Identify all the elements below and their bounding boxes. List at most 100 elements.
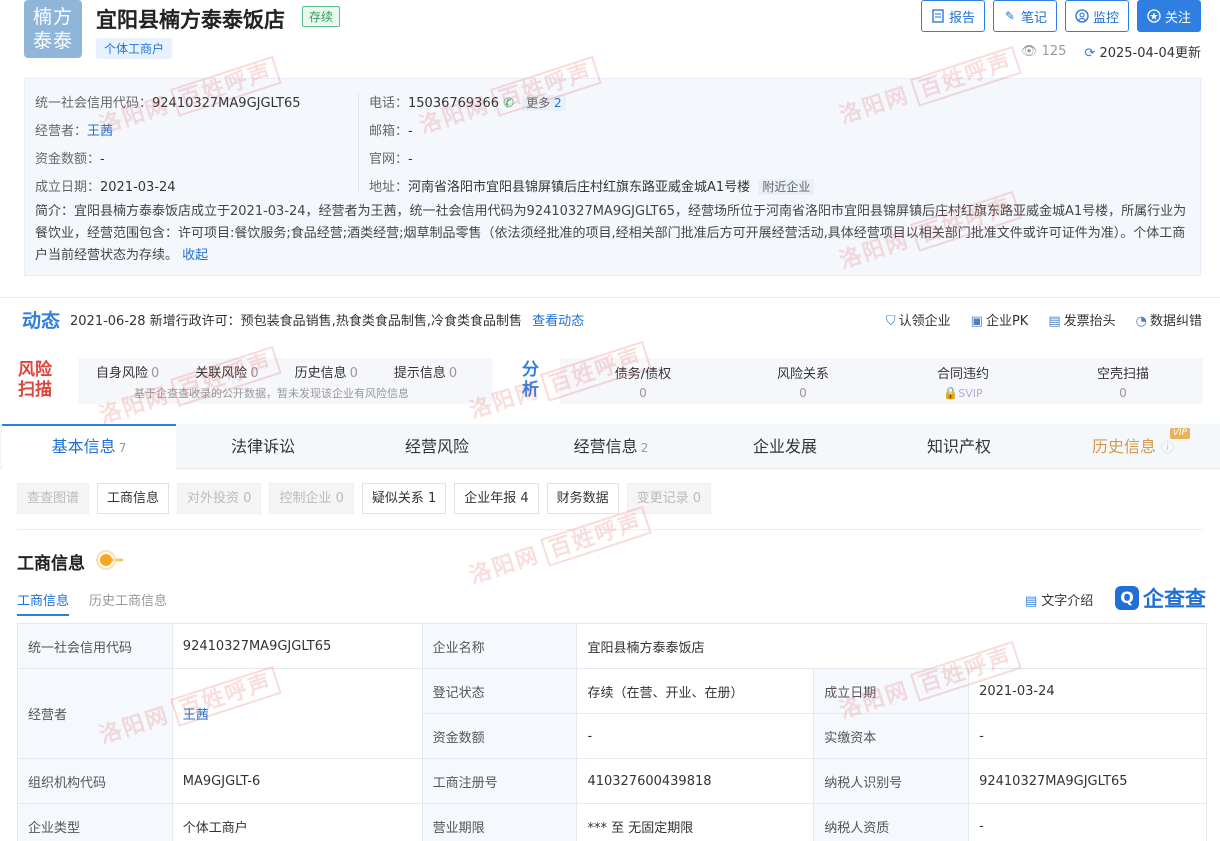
table-value: MA9GJGLT-6 [171, 758, 423, 804]
watermark-site: 洛阳网 [466, 542, 543, 590]
phone-label: 电话： [369, 96, 409, 111]
contract-breach-value: 🔒SVIP [883, 386, 1043, 400]
contract-breach-analysis[interactable]: 合同违约 🔒SVIP [883, 363, 1043, 400]
subtab-graph[interactable]: 查查图谱 [17, 483, 90, 514]
self-risk[interactable]: 自身风险 0 [96, 362, 159, 381]
address-label: 地址： [369, 180, 409, 195]
note-button[interactable]: ✎ 笔记 [992, 0, 1057, 32]
brand-mark-icon: Q [1115, 586, 1139, 610]
table-value: 存续（在营、开业、在册） [576, 668, 815, 714]
subtab-change-record[interactable]: 变更记录 0 [626, 483, 712, 514]
analysis-box: 债务/债权 0 风险关系 0 合同违约 🔒SVIP 空壳扫描 0 [560, 358, 1203, 404]
correction-icon: ◔ [1135, 314, 1147, 329]
tab-history-registration[interactable]: 历史工商信息 [89, 590, 167, 616]
related-risk[interactable]: 关联风险 0 [195, 362, 258, 381]
logo-text-line1: 楠方 [32, 6, 73, 28]
tab-legal[interactable]: 法律诉讼 [176, 424, 350, 469]
company-pk-label: 企业PK [985, 314, 1029, 329]
table-key: 营业期限 [421, 803, 578, 841]
subtab-controlled[interactable]: 控制企业 0 [269, 483, 354, 514]
history-info-label: 历史信息 [294, 366, 347, 381]
table-value: - [968, 803, 1207, 841]
table-key: 资金数额 [421, 713, 578, 759]
tab-label: 知识产权 [926, 437, 991, 456]
operator-name-link[interactable]: 王茜 [183, 708, 209, 723]
table-value: - [576, 713, 815, 759]
table-row: 组织机构代码 MA9GJGLT-6 工商注册号 410327600439818 … [17, 758, 1207, 804]
invoice-header-action[interactable]: ▤ 发票抬头 [1048, 310, 1115, 329]
table-value: 92410327MA9GJGLT65 [968, 758, 1207, 804]
table-key: 组织机构代码 [17, 758, 173, 804]
collapse-link[interactable]: 收起 [182, 248, 208, 263]
tab-business-registration[interactable]: 工商信息 [17, 590, 70, 616]
status-badge: 存续 [302, 6, 341, 27]
section-divider [17, 529, 1203, 530]
pk-icon: ▣ [970, 314, 983, 329]
document-icon [931, 9, 945, 23]
follow-button[interactable]: 关注 [1136, 0, 1201, 32]
subtab-annual-report[interactable]: 企业年报 4 [454, 483, 539, 514]
text-intro-link[interactable]: ▤ 文字介绍 [1025, 590, 1093, 609]
shell-scan-value: 0 [1119, 386, 1127, 400]
tab-ip[interactable]: 知识产权 [872, 424, 1046, 469]
subtab-financial[interactable]: 财务数据 [546, 483, 619, 514]
more-label: 更多 [526, 96, 551, 110]
tab-history[interactable]: 历史信息 ⓘ VIP [1046, 424, 1220, 469]
founded-value: 2021-03-24 [100, 180, 176, 195]
risk-title-line1: 风险 [18, 360, 52, 380]
tab-basic-info[interactable]: 基本信息 7 [2, 424, 176, 469]
founded-row: 成立日期：2021-03-24 [35, 176, 176, 195]
watermark: 洛阳网百姓呼声 [465, 502, 652, 590]
tab-business-risk[interactable]: 经营风险 [350, 424, 524, 469]
phone-icon[interactable]: ✆ [503, 96, 514, 111]
tab-label: 基本信息 [51, 437, 116, 456]
address-value: 河南省洛阳市宜阳县锦屏镇后庄村红旗东路亚威金城A1号楼 [408, 180, 751, 195]
tab-development[interactable]: 企业发展 [698, 424, 872, 469]
table-value: *** 至 无固定期限 [576, 803, 815, 841]
operator-link[interactable]: 王茜 [87, 124, 113, 139]
table-key: 经营者 [17, 668, 173, 759]
subtab-investment[interactable]: 对外投资 0 [177, 483, 262, 514]
analysis-title-line2: 析 [522, 380, 539, 400]
table-value: 个体工商户 [171, 803, 423, 841]
more-phones-link[interactable]: 更多 2 [522, 95, 566, 111]
eye-icon: 👁 [1020, 44, 1038, 59]
debt-analysis[interactable]: 债务/债权 0 [563, 363, 723, 400]
phone-value: 15036769366 [408, 96, 499, 111]
update-info[interactable]: ⟳ 2025-04-04更新 [1084, 42, 1201, 61]
subtab-suspected-relation[interactable]: 疑似关系 1 [361, 483, 447, 514]
dynamic-latest: 2021-06-28 新增行政许可：预包装食品销售,热食类食品制售,冷食类食品制… [70, 314, 522, 329]
contract-breach-label: 合同违约 [936, 367, 989, 382]
credit-code-label: 统一社会信用代码： [35, 96, 153, 111]
main-tabs: 基本信息 7 法律诉讼 经营风险 经营信息 2 企业发展 知识产权 历史信息 ⓘ V… [0, 424, 1220, 469]
registration-table: 统一社会信用代码 92410327MA9GJGLT65 企业名称 宜阳县楠方泰泰… [17, 623, 1207, 841]
data-correction-action[interactable]: ◔ 数据纠错 [1136, 310, 1202, 329]
subtab-business-registration[interactable]: 工商信息 [97, 483, 170, 514]
meta-row: 👁 125 ⟳ 2025-04-04更新 [1021, 42, 1201, 61]
hint-info[interactable]: 提示信息 0 [394, 362, 457, 381]
view-dynamic-link[interactable]: 查看动态 [532, 314, 584, 329]
nearby-companies-link[interactable]: 附近企业 [758, 179, 815, 195]
table-key: 成立日期 [813, 668, 970, 714]
report-button[interactable]: 报告 [920, 0, 985, 32]
risk-title-line2: 扫描 [18, 380, 52, 400]
table-key: 纳税人识别号 [813, 758, 970, 804]
section-tabs: 工商信息 历史工商信息 [17, 590, 167, 616]
svip-label: SVIP [958, 387, 983, 400]
risk-items: 自身风险 0 关联风险 0 历史信息 0 提示信息 0 [96, 362, 457, 381]
invoice-header-label: 发票抬头 [1063, 314, 1116, 329]
follow-icon [1147, 9, 1161, 23]
table-value: 2021-03-24 [968, 668, 1207, 714]
claim-company-action[interactable]: ⛉ 认领企业 [886, 310, 951, 329]
risk-relation-analysis[interactable]: 风险关系 0 [723, 363, 883, 400]
shell-scan-analysis[interactable]: 空壳扫描 0 [1043, 363, 1203, 400]
company-pk-action[interactable]: ▣ 企业PK [971, 310, 1029, 329]
refresh-icon: ⟳ [1084, 46, 1096, 61]
history-info[interactable]: 历史信息 0 [295, 362, 358, 381]
website-value: - [408, 152, 413, 167]
tab-business-info[interactable]: 经营信息 2 [524, 424, 698, 469]
monitor-button[interactable]: 监控 [1064, 0, 1129, 32]
hint-info-count: 0 [448, 366, 458, 381]
related-risk-count: 0 [250, 366, 259, 381]
risk-scan-row: 风险 扫描 自身风险 0 关联风险 0 历史信息 0 提示信息 0 基于企查查收录的公开… [0, 348, 1220, 412]
